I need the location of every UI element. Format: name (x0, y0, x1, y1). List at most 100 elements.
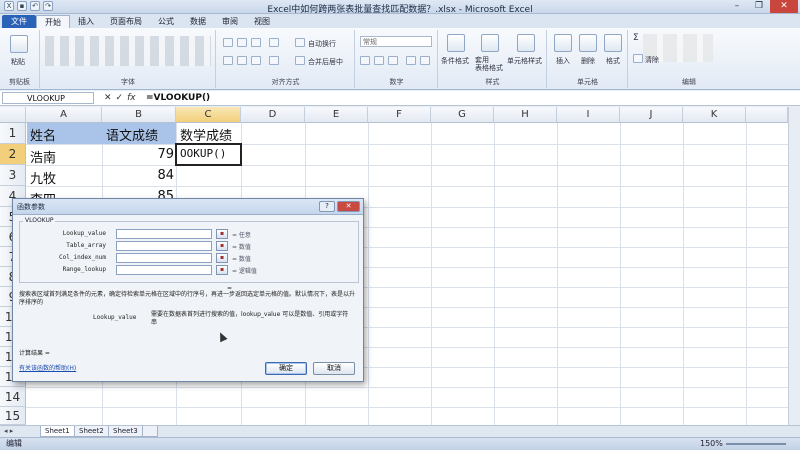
tab-file[interactable]: 文件 (2, 15, 36, 28)
conditional-format-button[interactable]: 条件格式 (441, 56, 469, 66)
insert-function-icon[interactable]: fx (127, 92, 136, 104)
insert-cells-button[interactable]: 插入 (556, 56, 570, 66)
clear-icon[interactable] (633, 54, 643, 63)
row-header[interactable]: 1 (0, 123, 26, 144)
align-right-icon[interactable] (251, 56, 261, 65)
cell-b1[interactable]: 语文成绩 (106, 125, 158, 144)
tab-insert[interactable]: 插入 (70, 15, 102, 28)
align-left-icon[interactable] (223, 56, 233, 65)
column-header[interactable]: C (176, 107, 241, 123)
cancel-formula-icon[interactable]: ✕ (104, 92, 112, 104)
row-header[interactable]: 14 (0, 387, 26, 407)
dialog-close-button[interactable]: ✕ (337, 201, 360, 212)
format-cells-icon[interactable] (604, 34, 622, 52)
tab-page-layout[interactable]: 页面布局 (102, 15, 150, 28)
comma-icon[interactable] (388, 56, 398, 65)
column-header-blank[interactable] (746, 107, 788, 123)
paste-icon[interactable] (10, 35, 28, 53)
range-lookup-input[interactable] (116, 265, 212, 275)
row-header[interactable]: 3 (0, 165, 26, 186)
conditional-format-icon[interactable] (447, 34, 465, 52)
cancel-button[interactable]: 取消 (313, 362, 355, 375)
sheet-tab[interactable]: Sheet3 (108, 426, 143, 437)
merge-center-button[interactable]: 合并后居中 (308, 57, 343, 67)
cell-c2[interactable]: OOKUP() (180, 147, 226, 160)
collapse-dialog-icon[interactable]: ▪ (216, 229, 228, 239)
delete-cells-icon[interactable] (579, 34, 597, 52)
collapse-dialog-icon[interactable]: ▪ (216, 253, 228, 263)
name-box[interactable]: VLOOKUP (2, 92, 94, 104)
tab-view[interactable]: 视图 (246, 15, 278, 28)
help-link[interactable]: 有关该函数的帮助(H) (19, 363, 76, 372)
column-header[interactable]: H (494, 107, 557, 123)
cell-a2[interactable]: 浩南 (30, 147, 56, 166)
sheet-nav-icon[interactable]: ◂ ▸ (4, 427, 13, 435)
cell-b4[interactable]: 85 (106, 189, 174, 198)
column-header[interactable]: I (557, 107, 620, 123)
column-header[interactable]: J (620, 107, 683, 123)
cell-styles-button[interactable]: 单元格样式 (507, 56, 542, 66)
cell-c1[interactable]: 数学成绩 (180, 125, 232, 144)
column-header[interactable]: E (305, 107, 368, 123)
format-cells-button[interactable]: 格式 (606, 56, 620, 66)
merge-center-icon[interactable] (295, 56, 305, 65)
insert-cells-icon[interactable] (554, 34, 572, 52)
cell-b3[interactable]: 84 (106, 168, 174, 183)
indent-icon[interactable] (269, 56, 279, 65)
currency-icon[interactable] (360, 56, 370, 65)
dialog-help-button[interactable]: ? (319, 201, 335, 212)
minimize-button[interactable]: – (726, 0, 748, 13)
wrap-text-button[interactable]: 自动换行 (308, 39, 336, 49)
align-top-icon[interactable] (223, 38, 233, 47)
column-header[interactable]: A (26, 107, 102, 123)
zoom-slider[interactable] (726, 443, 786, 445)
col-index-num-input[interactable] (116, 253, 212, 263)
formula-input[interactable]: =VLOOKUP() (146, 92, 796, 104)
tab-formulas[interactable]: 公式 (150, 15, 182, 28)
format-table-button[interactable]: 套用 表格格式 (475, 56, 503, 72)
orientation-icon[interactable] (269, 38, 279, 47)
font-controls[interactable] (45, 36, 211, 66)
enter-formula-icon[interactable]: ✓ (116, 92, 124, 104)
cell-a3[interactable]: 九牧 (30, 168, 56, 187)
percent-icon[interactable] (374, 56, 384, 65)
close-button[interactable]: ✕ (770, 0, 798, 13)
format-table-icon[interactable] (481, 34, 499, 52)
lookup-value-input[interactable] (116, 229, 212, 239)
table-array-input[interactable] (116, 241, 212, 251)
increase-decimal-icon[interactable] (406, 56, 416, 65)
tab-home[interactable]: 开始 (36, 15, 70, 28)
select-all-corner[interactable] (0, 107, 26, 123)
align-bottom-icon[interactable] (251, 38, 261, 47)
cell-b2[interactable]: 79 (106, 147, 174, 162)
cell-styles-icon[interactable] (517, 34, 535, 52)
column-header[interactable]: G (431, 107, 494, 123)
column-header[interactable]: K (683, 107, 746, 123)
cell-a1[interactable]: 姓名 (30, 125, 56, 144)
align-center-icon[interactable] (237, 56, 247, 65)
maximize-button[interactable]: ❐ (748, 0, 770, 13)
clear-button[interactable]: 清除 (645, 55, 659, 65)
decrease-decimal-icon[interactable] (420, 56, 430, 65)
wrap-text-icon[interactable] (295, 38, 305, 47)
vertical-scrollbar[interactable] (788, 107, 800, 425)
row-header[interactable]: 15 (0, 407, 26, 425)
align-middle-icon[interactable] (237, 38, 247, 47)
collapse-dialog-icon[interactable]: ▪ (216, 265, 228, 275)
column-header[interactable]: F (368, 107, 431, 123)
tab-data[interactable]: 数据 (182, 15, 214, 28)
collapse-dialog-icon[interactable]: ▪ (216, 241, 228, 251)
row-header[interactable]: 2 (0, 144, 26, 165)
paste-button[interactable]: 粘贴 (11, 57, 25, 67)
zoom-level[interactable]: 150% (700, 438, 723, 450)
tab-review[interactable]: 审阅 (214, 15, 246, 28)
new-sheet-icon[interactable] (142, 426, 158, 437)
column-header[interactable]: B (102, 107, 176, 123)
delete-cells-button[interactable]: 删除 (581, 56, 595, 66)
column-header[interactable]: D (241, 107, 305, 123)
sheet-tab[interactable]: Sheet1 (40, 426, 75, 437)
cell-a4[interactable]: 李四 (30, 189, 56, 198)
number-format-select[interactable]: 常规 (360, 36, 432, 47)
autosum-icon[interactable]: Σ (633, 33, 639, 43)
ok-button[interactable]: 确定 (265, 362, 307, 375)
